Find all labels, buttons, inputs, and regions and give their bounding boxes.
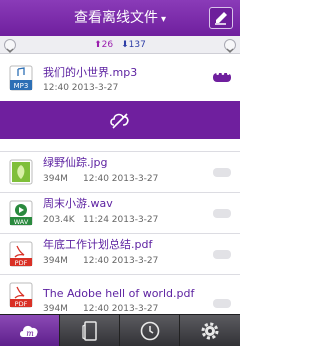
- pencil-icon: [215, 12, 227, 25]
- file-time: 12:40 2013-3-27: [83, 256, 159, 266]
- file-action-bar: [0, 101, 240, 139]
- image-file-icon: [9, 159, 33, 185]
- clock-icon: [140, 321, 160, 341]
- svg-text:PDF: PDF: [15, 300, 28, 308]
- more-options-button[interactable]: [213, 209, 231, 218]
- phone-icon: [82, 321, 97, 341]
- edit-button[interactable]: [209, 7, 233, 29]
- tab-phone[interactable]: [60, 315, 120, 346]
- tab-cloud[interactable]: m: [0, 315, 60, 346]
- svg-text:m: m: [26, 329, 34, 338]
- more-options-button[interactable]: [213, 299, 231, 308]
- file-size: 394M: [43, 174, 68, 184]
- sort-counts[interactable]: ⬆26 ⬇137: [0, 38, 240, 52]
- pdf-file-icon: PDF: [9, 282, 33, 308]
- caret-down-icon: ▾: [160, 14, 167, 25]
- bottom-tab-bar: m: [0, 314, 240, 346]
- more-options-button[interactable]: [213, 250, 231, 259]
- page-title: 查看离线文件: [73, 10, 158, 26]
- svg-text:MP3: MP3: [14, 82, 29, 90]
- tab-settings[interactable]: [180, 315, 240, 346]
- file-name: 年底工作计划总结.pdf: [43, 238, 153, 251]
- title-bar: 查看离线文件 ▾: [0, 0, 240, 36]
- mp3-file-icon: MP3: [9, 65, 33, 91]
- svg-text:PDF: PDF: [15, 259, 28, 267]
- file-meta: 394M 12:40 2013-3-27: [43, 173, 158, 185]
- list-item[interactable]: WAV 周末小游.wav 203.4K 11:24 2013-3-27: [0, 193, 240, 233]
- gear-icon: [201, 322, 219, 340]
- file-name: 绿野仙踪.jpg: [43, 156, 108, 169]
- file-time: 12:40 2013-3-27: [43, 83, 119, 93]
- collapse-right-button[interactable]: [224, 39, 236, 53]
- file-meta: 203.4K 11:24 2013-3-27: [43, 214, 158, 226]
- pdf-file-icon: PDF: [9, 241, 33, 267]
- list-item[interactable]: PDF 年底工作计划总结.pdf 394M 12:40 2013-3-27: [0, 234, 240, 274]
- list-item[interactable]: MP3 我们的小世界.mp3 12:40 2013-3-27: [0, 55, 240, 101]
- title-dropdown[interactable]: 查看离线文件 ▾: [0, 8, 240, 30]
- file-meta: 394M 12:40 2013-3-27: [43, 255, 158, 267]
- wav-file-icon: WAV: [9, 200, 33, 226]
- list-item[interactable]: PDF The Adobe hell of world.pdf 394M 12:4…: [0, 275, 240, 314]
- svg-text:WAV: WAV: [14, 218, 29, 226]
- file-name: The Adobe hell of world.pdf: [43, 287, 195, 300]
- more-options-button[interactable]: [213, 70, 231, 82]
- cloud-off-icon[interactable]: [108, 109, 132, 131]
- sort-bar: ⬆26 ⬇137: [0, 36, 240, 54]
- list-item[interactable]: 绿野仙踪.jpg 394M 12:40 2013-3-27: [0, 152, 240, 192]
- file-name: 周末小游.wav: [43, 197, 113, 210]
- down-count: 137: [128, 40, 146, 50]
- file-time: 12:40 2013-3-27: [83, 174, 159, 184]
- up-count: 26: [101, 40, 114, 50]
- file-size: 203.4K: [43, 215, 75, 225]
- tab-history[interactable]: [120, 315, 180, 346]
- file-size: 394M: [43, 256, 68, 266]
- cloud-logo-icon: m: [20, 325, 38, 338]
- file-name: 我们的小世界.mp3: [43, 66, 138, 79]
- chevron-down-icon: [226, 48, 234, 53]
- more-options-button[interactable]: [213, 168, 231, 177]
- file-time: 12:40 2013-3-27: [83, 304, 159, 314]
- list-spacer: [0, 139, 240, 152]
- file-time: 11:24 2013-3-27: [83, 215, 159, 225]
